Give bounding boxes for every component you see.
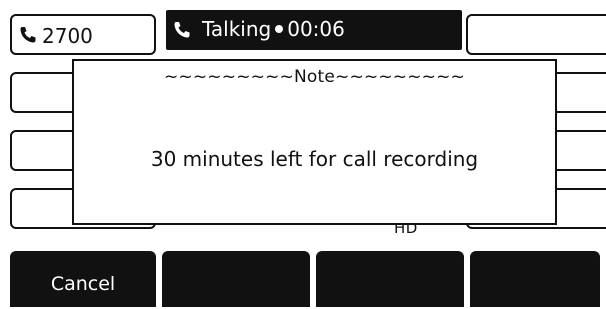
phone-screen: 2700 Talking 00:06 HD ~~~~~~~~~Note~~~~~~… [0,0,606,309]
call-state: Talking [202,17,272,41]
note-dialog: ~~~~~~~~~Note~~~~~~~~~ 30 minutes left f… [72,59,557,225]
softkey-bar: Cancel [0,249,606,309]
separator-dot-icon [275,25,284,33]
softkey-4[interactable] [470,251,600,307]
softkey-label: Cancel [50,273,116,295]
softkey-3[interactable] [316,251,464,307]
softkey-2[interactable] [162,251,310,307]
line-key-right-1[interactable] [466,14,606,55]
line-key-2700[interactable]: 2700 [10,14,156,55]
call-status-bar: Talking 00:06 [166,10,462,50]
phone-icon [20,27,36,43]
cancel-softkey[interactable]: Cancel [10,251,156,307]
dialog-title: ~~~~~~~~~Note~~~~~~~~~ [163,67,466,87]
call-timer: 00:06 [287,17,345,41]
line-key-label: 2700 [42,24,93,48]
dialog-message: 30 minutes left for call recording [150,147,479,171]
phone-icon [174,22,190,38]
